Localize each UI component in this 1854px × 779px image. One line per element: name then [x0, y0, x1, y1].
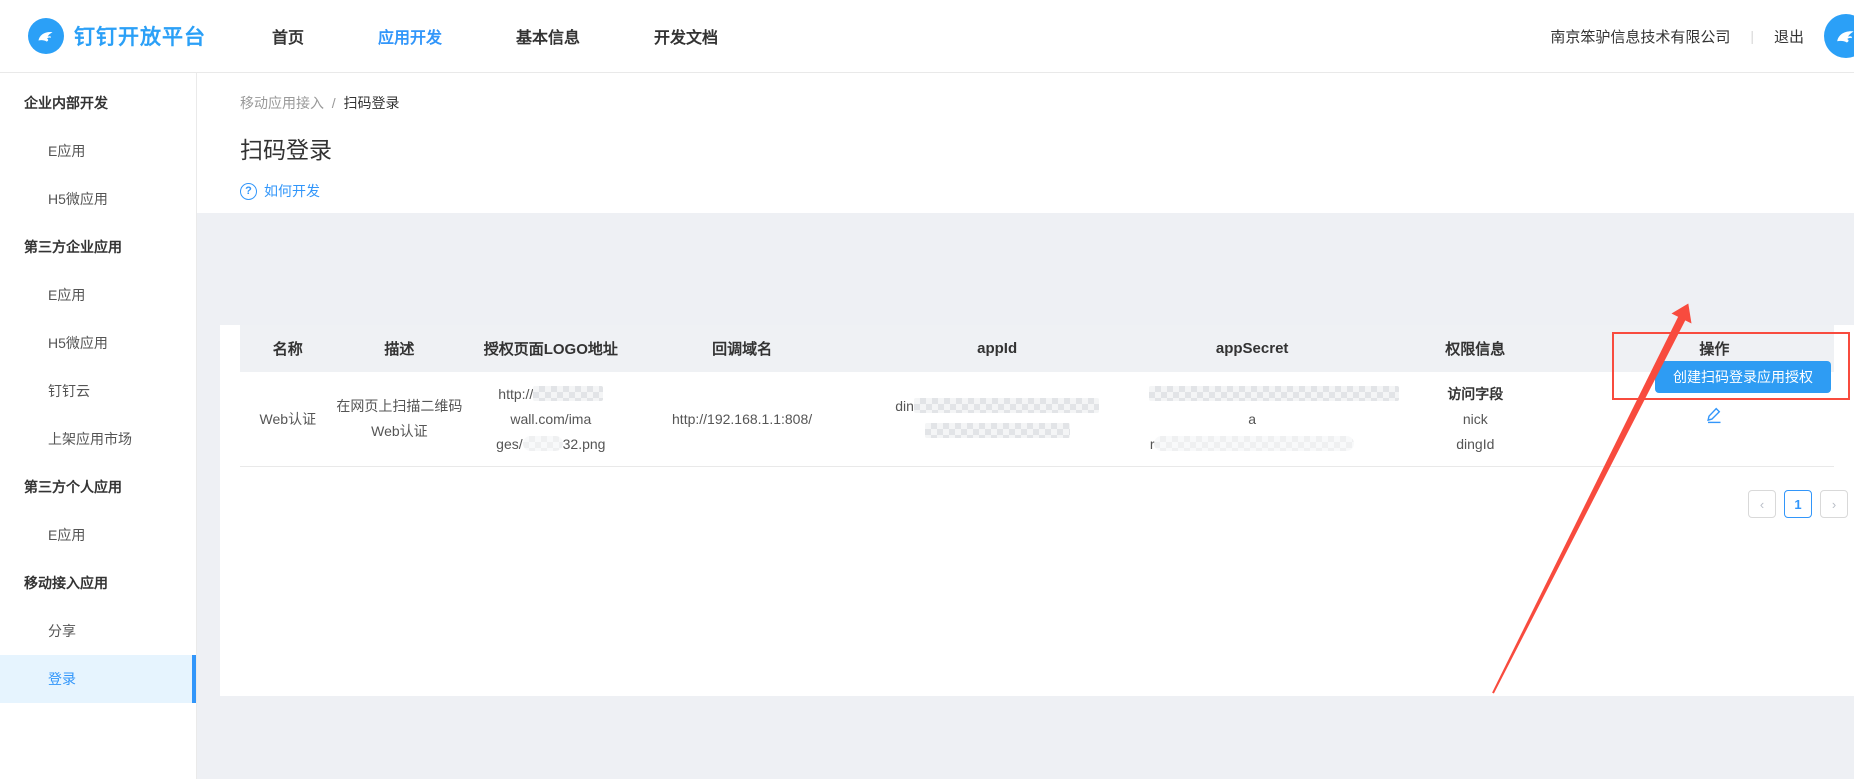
logout-button[interactable]: 退出 — [1774, 26, 1804, 47]
breadcrumb-parent[interactable]: 移动应用接入 — [240, 95, 324, 111]
sidebar-item-dingtalk-cloud[interactable]: 钉钉云 — [0, 367, 196, 415]
sidebar-heading-mobile-access: 移动接入应用 — [0, 559, 196, 607]
col-appsecret: appSecret — [1149, 340, 1356, 357]
main-content: 移动应用接入 / 扫码登录 扫码登录 ? 如何开发 创建扫码登录应用授权 名称 … — [197, 73, 1854, 779]
nav-basic-info[interactable]: 基本信息 — [516, 24, 580, 48]
sidebar: 企业内部开发 E应用 H5微应用 第三方企业应用 E应用 H5微应用 钉钉云 上… — [0, 73, 197, 779]
auth-table: 名称 描述 授权页面LOGO地址 回调域名 appId appSecret 权限… — [240, 325, 1834, 467]
sidebar-heading-thirdparty-personal: 第三方个人应用 — [0, 463, 196, 511]
topbar-divider: | — [1750, 28, 1754, 44]
pagination-next-icon[interactable]: › — [1820, 490, 1848, 518]
topbar-right: 南京笨驴信息技术有限公司 | 退出 — [1550, 14, 1854, 58]
user-avatar[interactable] — [1824, 14, 1854, 58]
cell-permissions: 访问字段 nick dingId — [1356, 382, 1595, 457]
breadcrumb-separator: / — [332, 95, 336, 111]
help-question-icon: ? — [240, 183, 257, 200]
topbar: 钉钉开放平台 首页 应用开发 基本信息 开发文档 南京笨驴信息技术有限公司 | … — [0, 0, 1854, 73]
cell-logo-url: http://wall.com/ima ges/32.png — [463, 382, 638, 457]
cell-appsecret: a r — [1149, 382, 1356, 457]
platform-title: 钉钉开放平台 — [74, 21, 206, 51]
help-link-label: 如何开发 — [264, 181, 320, 201]
mosaic-blur — [533, 386, 603, 401]
top-navigation: 首页 应用开发 基本信息 开发文档 — [272, 24, 718, 48]
cell-description: 在网页上扫描二维码 Web认证 — [336, 394, 464, 444]
sidebar-item-e-app-1[interactable]: E应用 — [0, 127, 196, 175]
table-header-row: 名称 描述 授权页面LOGO地址 回调域名 appId appSecret 权限… — [240, 325, 1834, 372]
cell-appid: din — [846, 394, 1149, 444]
mosaic-blur — [925, 423, 1070, 438]
mosaic-blur — [1154, 436, 1354, 451]
mosaic-blur — [523, 436, 563, 451]
col-logo-url: 授权页面LOGO地址 — [463, 338, 638, 359]
nav-home[interactable]: 首页 — [272, 24, 304, 48]
content-background: 创建扫码登录应用授权 名称 描述 授权页面LOGO地址 回调域名 appId a… — [197, 213, 1854, 779]
sidebar-item-login[interactable]: 登录 — [0, 655, 196, 703]
pagination: ‹ 1 › — [220, 467, 1854, 548]
dingtalk-logo[interactable]: 钉钉开放平台 — [28, 18, 206, 54]
how-to-develop-link[interactable]: ? 如何开发 — [240, 181, 320, 201]
content-card: 创建扫码登录应用授权 名称 描述 授权页面LOGO地址 回调域名 appId a… — [220, 325, 1854, 696]
cell-callback-domain: http://192.168.1.1:808/ — [638, 407, 845, 432]
pagination-prev-icon[interactable]: ‹ — [1748, 490, 1776, 518]
col-appid: appId — [846, 340, 1149, 357]
page-title: 扫码登录 — [240, 131, 1854, 165]
nav-app-development[interactable]: 应用开发 — [378, 24, 442, 48]
mosaic-blur — [914, 398, 1099, 413]
create-scan-login-auth-button[interactable]: 创建扫码登录应用授权 — [1655, 361, 1831, 393]
col-name: 名称 — [240, 338, 336, 359]
table-row: Web认证 在网页上扫描二维码 Web认证 http://wall.com/im… — [240, 372, 1834, 467]
col-callback-domain: 回调域名 — [638, 338, 845, 359]
company-name: 南京笨驴信息技术有限公司 — [1550, 26, 1730, 47]
col-description: 描述 — [336, 338, 464, 359]
nav-dev-docs[interactable]: 开发文档 — [654, 24, 718, 48]
sidebar-item-app-market[interactable]: 上架应用市场 — [0, 415, 196, 463]
cell-name: Web认证 — [240, 407, 336, 432]
col-permission-info: 权限信息 — [1356, 338, 1595, 359]
sidebar-item-e-app-2[interactable]: E应用 — [0, 271, 196, 319]
pagination-page-1[interactable]: 1 — [1784, 490, 1812, 518]
sidebar-item-e-app-3[interactable]: E应用 — [0, 511, 196, 559]
sidebar-heading-thirdparty-enterprise: 第三方企业应用 — [0, 223, 196, 271]
col-actions: 操作 — [1595, 338, 1834, 359]
cell-actions — [1595, 406, 1834, 432]
sidebar-heading-internal-dev: 企业内部开发 — [0, 79, 196, 127]
edit-icon[interactable] — [1705, 406, 1723, 432]
page-header: 移动应用接入 / 扫码登录 扫码登录 ? 如何开发 — [197, 73, 1854, 213]
dingtalk-wing-icon — [28, 18, 64, 54]
breadcrumb-current: 扫码登录 — [343, 95, 399, 111]
breadcrumb: 移动应用接入 / 扫码登录 — [240, 93, 1854, 113]
sidebar-item-h5-microapp-2[interactable]: H5微应用 — [0, 319, 196, 367]
sidebar-item-share[interactable]: 分享 — [0, 607, 196, 655]
sidebar-item-h5-microapp-1[interactable]: H5微应用 — [0, 175, 196, 223]
